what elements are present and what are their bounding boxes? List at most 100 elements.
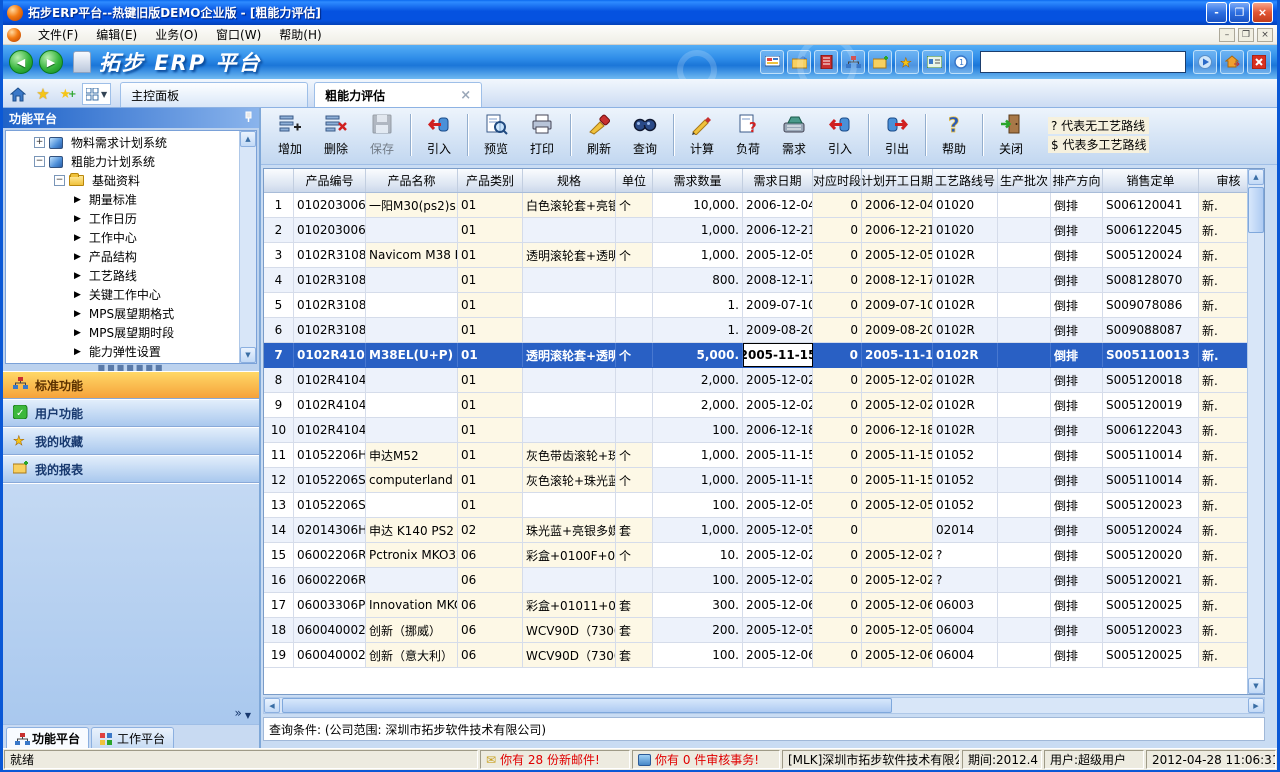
splitter-handle[interactable]: ■■■■■■■ (3, 364, 259, 371)
table-cell[interactable]: 新. (1199, 368, 1247, 392)
table-cell[interactable]: 2005-12-05 (743, 493, 813, 517)
table-cell[interactable]: Navicom M38 EL (366, 243, 458, 267)
clock-icon[interactable]: 1 (949, 50, 973, 74)
table-cell[interactable]: 06 (458, 568, 523, 592)
table-cell[interactable] (523, 393, 616, 417)
menu-item-4[interactable]: 帮助(H) (270, 24, 330, 45)
table-cell[interactable]: 9 (264, 393, 294, 417)
table-cell[interactable]: 新. (1199, 393, 1247, 417)
toolbar-button-引入[interactable]: 引入 (817, 111, 863, 159)
table-cell[interactable]: 2009-07-10 (743, 293, 813, 317)
table-cell[interactable]: 个 (616, 343, 653, 367)
table-cell[interactable]: 倒排 (1051, 593, 1103, 617)
table-cell[interactable]: 2005-12-05 (743, 518, 813, 542)
table-cell[interactable]: S006120041 (1103, 193, 1199, 217)
table-cell[interactable]: 倒排 (1051, 393, 1103, 417)
table-cell[interactable]: 2006-12-21 (743, 218, 813, 242)
table-cell[interactable]: ? (933, 543, 998, 567)
tree-item-工作中心[interactable]: ▶工作中心 (6, 228, 238, 247)
table-cell[interactable]: 2005-12-05 (743, 618, 813, 642)
tree-item-MPS展望期格式[interactable]: ▶MPS展望期格式 (6, 304, 238, 323)
column-header-计划开工日期[interactable]: 计划开工日期 (862, 169, 933, 192)
table-cell[interactable]: 2005-12-06 (862, 643, 933, 667)
table-cell[interactable]: 2008-12-17 (862, 268, 933, 292)
table-cell[interactable]: 0102R (933, 343, 998, 367)
table-cell[interactable]: 2006-12-04 (743, 193, 813, 217)
tree-item-期量标准[interactable]: ▶期量标准 (6, 190, 238, 209)
table-cell[interactable]: 2006-12-18 (862, 418, 933, 442)
table-cell[interactable]: S005120023 (1103, 618, 1199, 642)
scroll-left-icon[interactable]: ◀ (264, 698, 280, 713)
table-cell[interactable]: 2009-08-20 (743, 318, 813, 342)
idcard-icon[interactable] (922, 50, 946, 74)
table-cell[interactable]: 2,000. (653, 393, 743, 417)
quick-search-input[interactable] (980, 51, 1186, 73)
table-cell[interactable]: 02014306H010 (294, 518, 366, 542)
sidebar-tab-工作平台[interactable]: 工作平台 (91, 727, 174, 748)
table-cell[interactable]: 新. (1199, 343, 1247, 367)
tree-scrollbar[interactable]: ▲ ▼ (239, 131, 256, 363)
table-cell[interactable] (616, 318, 653, 342)
column-header-销售定单[interactable]: 销售定单 (1103, 169, 1199, 192)
table-cell[interactable] (616, 268, 653, 292)
table-cell[interactable] (998, 193, 1051, 217)
table-cell[interactable]: 06 (458, 593, 523, 617)
table-cell[interactable]: S006122043 (1103, 418, 1199, 442)
restore-button[interactable]: ❐ (1229, 2, 1250, 23)
table-cell[interactable]: 01 (458, 393, 523, 417)
column-header-需求数量[interactable]: 需求数量 (653, 169, 743, 192)
table-cell[interactable]: 0102R (933, 418, 998, 442)
table-cell[interactable]: 2005-12-02 (862, 568, 933, 592)
table-cell[interactable]: 3 (264, 243, 294, 267)
tree-item-粗能力计划系统[interactable]: −粗能力计划系统 (6, 152, 238, 171)
table-cell[interactable]: 倒排 (1051, 468, 1103, 492)
desktop-icon[interactable] (760, 50, 784, 74)
table-cell[interactable] (998, 268, 1051, 292)
table-cell[interactable]: 新. (1199, 193, 1247, 217)
expand-toggle-icon[interactable]: + (34, 137, 45, 148)
table-row[interactable]: 100102R410400001100.2006-12-1802006-12-1… (264, 418, 1247, 443)
table-cell[interactable]: 1,000. (653, 443, 743, 467)
table-cell[interactable]: 彩盒+01011+0200 (523, 593, 616, 617)
table-cell[interactable]: 透明滚轮套+透明 (523, 243, 616, 267)
table-cell[interactable] (998, 318, 1051, 342)
table-cell[interactable]: 300. (653, 593, 743, 617)
tree-item-产品结构[interactable]: ▶产品结构 (6, 247, 238, 266)
table-cell[interactable]: 套 (616, 643, 653, 667)
table-cell[interactable]: 0102R4104000 (294, 418, 366, 442)
table-cell[interactable]: 0102R3108000 (294, 268, 366, 292)
table-cell[interactable]: 100. (653, 643, 743, 667)
table-cell[interactable]: S005120019 (1103, 393, 1199, 417)
table-row[interactable]: 1101052206H000申达M5201灰色带齿滚轮+珠个1,000.2005… (264, 443, 1247, 468)
table-row[interactable]: 19060040002070创新（意大利）06WCV90D（7300000套10… (264, 643, 1247, 668)
table-cell[interactable]: 5 (264, 293, 294, 317)
table-cell[interactable] (998, 493, 1051, 517)
table-cell[interactable]: 创新（意大利） (366, 643, 458, 667)
table-cell[interactable]: 14 (264, 518, 294, 542)
table-cell[interactable]: 0 (813, 218, 862, 242)
table-cell[interactable]: 倒排 (1051, 243, 1103, 267)
table-cell[interactable] (366, 418, 458, 442)
table-cell[interactable] (998, 593, 1051, 617)
table-cell[interactable]: 倒排 (1051, 443, 1103, 467)
table-cell[interactable]: 1. (653, 293, 743, 317)
column-header-rownum[interactable] (264, 169, 294, 192)
table-cell[interactable]: 新. (1199, 493, 1247, 517)
scroll-right-icon[interactable]: ▶ (1248, 698, 1264, 713)
table-row[interactable]: 1201052206S000computerland M501灰色滚轮+珠光蓝个… (264, 468, 1247, 493)
table-cell[interactable]: 倒排 (1051, 518, 1103, 542)
table-cell[interactable]: 套 (616, 618, 653, 642)
star-icon[interactable]: ★ (895, 50, 919, 74)
table-cell[interactable]: 16 (264, 568, 294, 592)
table-cell[interactable]: 01052 (933, 468, 998, 492)
toolbar-button-增加[interactable]: 增加 (267, 111, 313, 159)
table-cell[interactable]: 10,000. (653, 193, 743, 217)
table-cell[interactable]: WCV90D（7300000 (523, 643, 616, 667)
table-cell[interactable]: 1. (653, 318, 743, 342)
sidebar-panel-我的收藏[interactable]: ★我的收藏 (3, 427, 259, 455)
expand-toggle-icon[interactable]: − (54, 175, 65, 186)
scroll-up-icon[interactable]: ▲ (240, 131, 256, 147)
table-cell[interactable]: 个 (616, 193, 653, 217)
scroll-down-icon[interactable]: ▼ (1248, 678, 1264, 694)
table-row[interactable]: 1506002206R001Pctronix MKO32806彩盒+0100F+… (264, 543, 1247, 568)
